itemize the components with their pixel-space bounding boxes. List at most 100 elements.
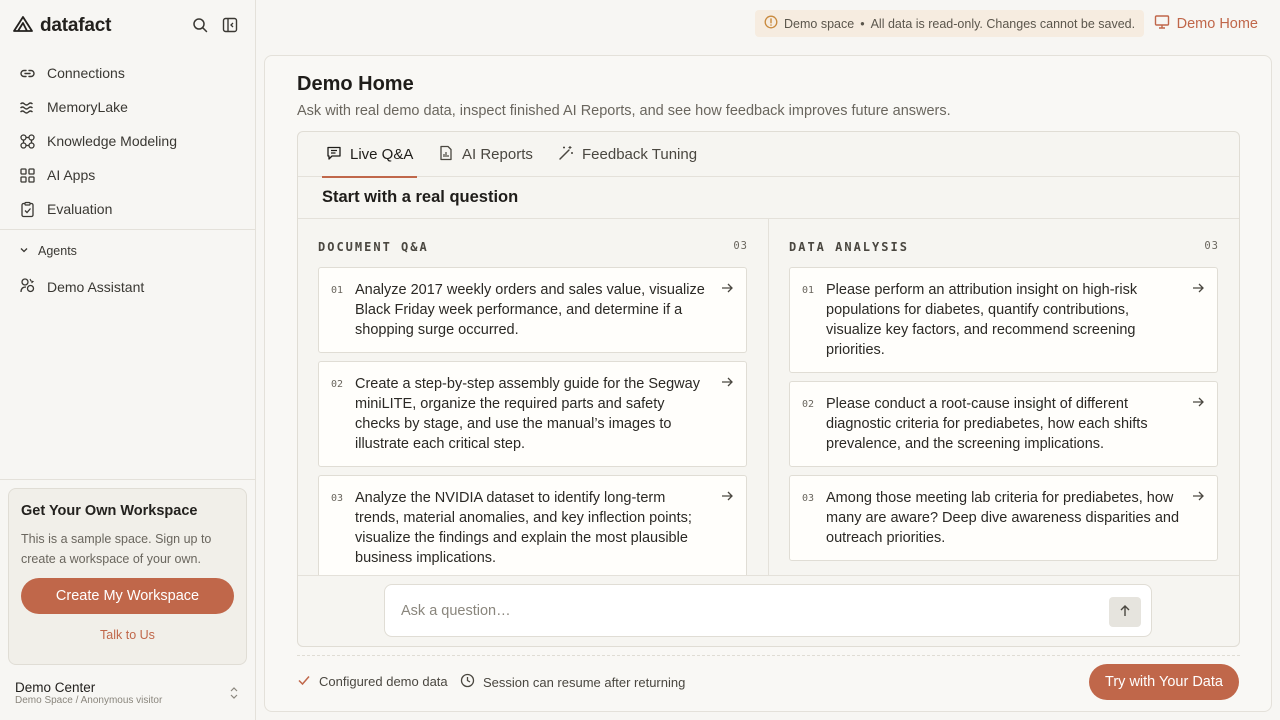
tab-feedback-tuning[interactable]: Feedback Tuning (558, 132, 697, 177)
sidebar-divider (0, 479, 255, 480)
sidebar-item-connections[interactable]: Connections (0, 56, 255, 90)
workspace-promo-card: Get Your Own Workspace This is a sample … (8, 488, 247, 665)
demo-panel: Live Q&A AI Reports Feedback Tuning Star… (297, 131, 1240, 647)
question-text: Please perform an attribution insight on… (826, 282, 1138, 358)
sidebar-item-ai-apps[interactable]: AI Apps (0, 158, 255, 192)
clock-icon (460, 673, 475, 691)
question-card[interactable]: 01 Please perform an attribution insight… (789, 267, 1218, 373)
tab-ai-reports[interactable]: AI Reports (438, 132, 533, 177)
arrow-right-icon (720, 375, 734, 394)
question-text: Please conduct a root-cause insight of d… (826, 396, 1148, 452)
agents-section-toggle[interactable]: Agents (19, 244, 77, 258)
check-icon (297, 673, 311, 690)
account-name: Demo Center (15, 680, 96, 695)
sidebar-item-label: MemoryLake (47, 99, 128, 115)
sidebar-item-label: AI Apps (47, 167, 96, 183)
datafact-logo-icon (12, 14, 36, 39)
configured-data-note: Configured demo data (297, 673, 448, 690)
section-title: Start with a real question (322, 188, 519, 206)
collapse-sidebar-icon[interactable] (221, 16, 239, 34)
info-icon (764, 15, 778, 32)
banner-separator: • (860, 16, 865, 31)
column-header: DATA ANALYSIS 03 (789, 240, 1219, 254)
column-header: DOCUMENT Q&A 03 (318, 240, 748, 254)
tab-label: Feedback Tuning (582, 146, 698, 163)
promo-text: This is a sample space. Sign up to creat… (21, 532, 212, 566)
arrow-right-icon (1191, 281, 1205, 300)
account-subtitle: Demo Space / Anonymous visitor (15, 695, 163, 706)
session-resume-text: Session can resume after returning (483, 674, 686, 690)
waves-icon (19, 99, 36, 116)
question-number: 01 (331, 285, 344, 296)
grid-icon (19, 167, 36, 184)
magic-wand-icon (558, 145, 574, 165)
ask-area (298, 575, 1239, 646)
demo-home-link[interactable]: Demo Home (1154, 14, 1258, 34)
question-text: Create a step-by-step assembly guide for… (355, 376, 700, 452)
question-card[interactable]: 01 Analyze 2017 weekly orders and sales … (318, 267, 747, 353)
search-icon[interactable] (191, 16, 209, 34)
tab-label: AI Reports (462, 146, 533, 163)
arrow-up-icon (1118, 604, 1132, 621)
network-icon (19, 133, 36, 150)
sidebar-item-label: Connections (47, 65, 125, 81)
question-number: 02 (802, 399, 815, 410)
footer-divider (297, 655, 1240, 656)
sidebar-divider (0, 229, 255, 230)
brand-logo[interactable]: datafact (12, 14, 111, 38)
question-card[interactable]: 03 Among those meeting lab criteria for … (789, 475, 1218, 561)
tab-live-qa[interactable]: Live Q&A (321, 132, 418, 178)
sidebar-item-knowledge-modeling[interactable]: Knowledge Modeling (0, 124, 255, 158)
question-columns: DOCUMENT Q&A 03 01 Analyze 2017 weekly o… (298, 218, 1239, 576)
question-number: 02 (331, 379, 344, 390)
promo-title: Get Your Own Workspace (21, 503, 198, 519)
clipboard-check-icon (19, 201, 36, 218)
sidebar-item-evaluation[interactable]: Evaluation (0, 192, 255, 226)
column-title: DATA ANALYSIS (789, 240, 909, 254)
demo-space-banner: Demo space • All data is read-only. Chan… (755, 10, 1145, 37)
question-text: Among those meeting lab criteria for pre… (826, 490, 1180, 546)
brand-name: datafact (40, 15, 112, 36)
question-card[interactable]: 02 Create a step-by-step assembly guide … (318, 361, 747, 467)
report-icon (438, 145, 454, 165)
ask-box (384, 584, 1152, 637)
session-resume-note: Session can resume after returning (460, 673, 685, 691)
question-text: Analyze the NVIDIA dataset to identify l… (355, 490, 692, 566)
sidebar-item-demo-assistant[interactable]: Demo Assistant (19, 277, 144, 297)
chevron-up-down-icon (229, 686, 239, 705)
document-qa-column: DOCUMENT Q&A 03 01 Analyze 2017 weekly o… (298, 219, 768, 576)
question-card[interactable]: 03 Analyze the NVIDIA dataset to identif… (318, 475, 747, 576)
agent-icon (19, 277, 36, 297)
try-with-your-data-button[interactable]: Try with Your Data (1089, 664, 1239, 700)
tab-label: Live Q&A (350, 146, 414, 163)
page-subtitle: Ask with real demo data, inspect finishe… (297, 103, 951, 119)
arrow-right-icon (1191, 395, 1205, 414)
question-number: 03 (802, 493, 815, 504)
agents-section-label: Agents (38, 244, 77, 258)
monitor-icon (1154, 14, 1170, 34)
arrow-right-icon (720, 281, 734, 300)
top-bar: Demo space • All data is read-only. Chan… (256, 0, 1280, 48)
account-switcher[interactable]: Demo Center Demo Space / Anonymous visit… (15, 680, 245, 706)
question-card[interactable]: 02 Please conduct a root-cause insight o… (789, 381, 1218, 467)
arrow-right-icon (1191, 489, 1205, 508)
sidebar-item-memorylake[interactable]: MemoryLake (0, 90, 255, 124)
ask-input[interactable] (401, 597, 1091, 625)
create-workspace-button[interactable]: Create My Workspace (21, 578, 234, 614)
column-count: 03 (733, 240, 748, 252)
page-title: Demo Home (297, 73, 414, 95)
send-button[interactable] (1109, 597, 1141, 627)
sidebar-item-label: Demo Assistant (47, 279, 145, 295)
main-content: Demo Home Ask with real demo data, inspe… (264, 55, 1272, 712)
arrow-right-icon (720, 489, 734, 508)
sidebar-nav: Connections MemoryLake Knowledge Modelin… (0, 56, 255, 226)
sidebar-item-label: Evaluation (47, 201, 113, 217)
chevron-down-icon (19, 244, 29, 258)
tab-bar: Live Q&A AI Reports Feedback Tuning (298, 132, 1239, 178)
column-count: 03 (1204, 240, 1219, 252)
sidebar: datafact Connections MemoryLake Knowledg… (0, 0, 256, 720)
talk-to-us-link[interactable]: Talk to Us (21, 628, 234, 642)
link-icon (19, 65, 36, 82)
question-number: 03 (331, 493, 344, 504)
data-analysis-column: DATA ANALYSIS 03 01 Please perform an at… (769, 219, 1239, 576)
